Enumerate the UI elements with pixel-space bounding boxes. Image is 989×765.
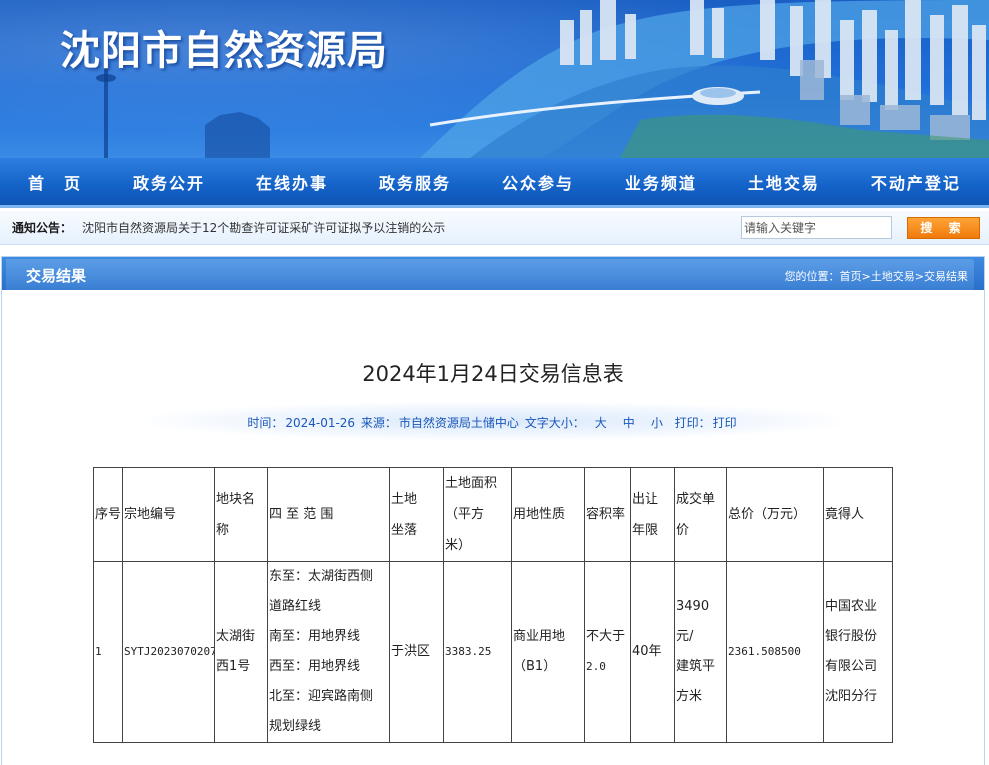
cell-plot-ratio: 不大于 2.0 bbox=[584, 561, 631, 743]
notice-label: 通知公告： bbox=[12, 221, 73, 235]
cell-location: 于洪区 bbox=[389, 561, 444, 743]
font-size-medium-link[interactable]: 中 bbox=[623, 416, 635, 430]
meta-source-value: 市自然资源局土储中心 bbox=[398, 416, 519, 430]
print-link[interactable]: 打印 bbox=[713, 416, 737, 430]
nav-item-real-estate-registration[interactable]: 不动产登记 bbox=[871, 170, 961, 194]
header-parcel-name: 地块名称 bbox=[214, 467, 268, 562]
nav-item-government-services[interactable]: 政务服务 bbox=[379, 170, 451, 194]
cell-total-price: 2361.508500 bbox=[726, 561, 824, 743]
breadcrumb: 您的位置：首页>土地交易>交易结果 bbox=[784, 270, 968, 283]
nav-item-government-affairs[interactable]: 政务公开 bbox=[133, 170, 205, 194]
meta-print-label: 打印： bbox=[674, 416, 711, 430]
search-input[interactable] bbox=[741, 216, 892, 239]
panel-title: 交易结果 bbox=[26, 267, 87, 285]
nav-item-land-trading[interactable]: 土地交易 bbox=[748, 170, 820, 194]
table-row: 1 SYTJ2023070207 太湖街 西1号 东至：太湖街西侧 道路红线 南至… bbox=[93, 561, 893, 743]
header-plot-ratio: 容积率 bbox=[584, 467, 631, 562]
transaction-table: 序号 宗地编号 地块名称 四 至 范 围 土地 坐落 土地面积 （平方 米） 用地性质… bbox=[93, 467, 893, 743]
cell-boundary: 东至：太湖街西侧 道路红线 南至：用地界线 西至：用地界线 北至：迎宾路南侧 规… bbox=[267, 561, 390, 743]
cell-land-use: 商业用地 （B1） bbox=[511, 561, 585, 743]
header-land-area: 土地面积 （平方 米） bbox=[443, 467, 512, 562]
site-title: 沈阳市自然资源局 bbox=[60, 28, 388, 74]
cell-winning-bidder: 中国农业 银行股份 有限公司 沈阳分行 bbox=[823, 561, 893, 743]
panel-header: 交易结果 您的位置：首页>土地交易>交易结果 bbox=[2, 257, 984, 290]
cell-parcel-name: 太湖街 西1号 bbox=[214, 561, 268, 743]
nav-item-home[interactable]: 首 页 bbox=[28, 170, 82, 194]
header-unit-price: 成交单价 bbox=[674, 467, 727, 562]
nav-item-business-channel[interactable]: 业务频道 bbox=[625, 170, 697, 194]
main-nav: 首 页 政务公开 在线办事 政务服务 公众参与 业务频道 土地交易 不动产登记 bbox=[0, 158, 989, 208]
header-parcel-code: 宗地编号 bbox=[122, 467, 215, 562]
cell-seq: 1 bbox=[93, 561, 123, 743]
font-size-small-link[interactable]: 小 bbox=[651, 416, 663, 430]
site-banner: 沈阳市自然资源局 bbox=[0, 0, 989, 158]
header-lease-term: 出让 年限 bbox=[630, 467, 675, 562]
search-button[interactable]: 搜 索 bbox=[907, 217, 980, 239]
meta-source-label: 来源： bbox=[360, 416, 397, 430]
cell-lease-term: 40年 bbox=[630, 561, 675, 743]
meta-time-label: 时间： bbox=[247, 416, 284, 430]
header-location: 土地 坐落 bbox=[389, 467, 444, 562]
font-size-large-link[interactable]: 大 bbox=[595, 416, 607, 430]
notice-link[interactable]: 沈阳市自然资源局关于12个勘查许可证采矿许可证拟予以注销的公示 bbox=[82, 219, 445, 236]
header-seq: 序号 bbox=[93, 467, 123, 562]
cell-unit-price: 3490元/建筑平 方米 bbox=[674, 561, 727, 743]
cell-land-area: 3383.25 bbox=[443, 561, 512, 743]
article-meta: 时间： 2024-01-26 来源： 市自然资源局土储中心 文字大小： 大 中 小 打印：… bbox=[0, 414, 986, 431]
nav-item-online-services[interactable]: 在线办事 bbox=[256, 170, 328, 194]
cell-parcel-code: SYTJ2023070207 bbox=[122, 561, 215, 743]
header-boundary: 四 至 范 围 bbox=[267, 467, 390, 562]
table-header-row: 序号 宗地编号 地块名称 四 至 范 围 土地 坐落 土地面积 （平方 米） 用地性质… bbox=[93, 467, 893, 562]
nav-item-public-participation[interactable]: 公众参与 bbox=[502, 170, 574, 194]
meta-time-value: 2024-01-26 bbox=[285, 416, 356, 430]
article-title: 2024年1月24日交易信息表 bbox=[362, 362, 624, 386]
header-winning-bidder: 竟得人 bbox=[823, 467, 893, 562]
meta-font-size-label: 文字大小： bbox=[524, 416, 585, 430]
header-total-price: 总价（万元） bbox=[726, 467, 824, 562]
header-land-use: 用地性质 bbox=[511, 467, 585, 562]
